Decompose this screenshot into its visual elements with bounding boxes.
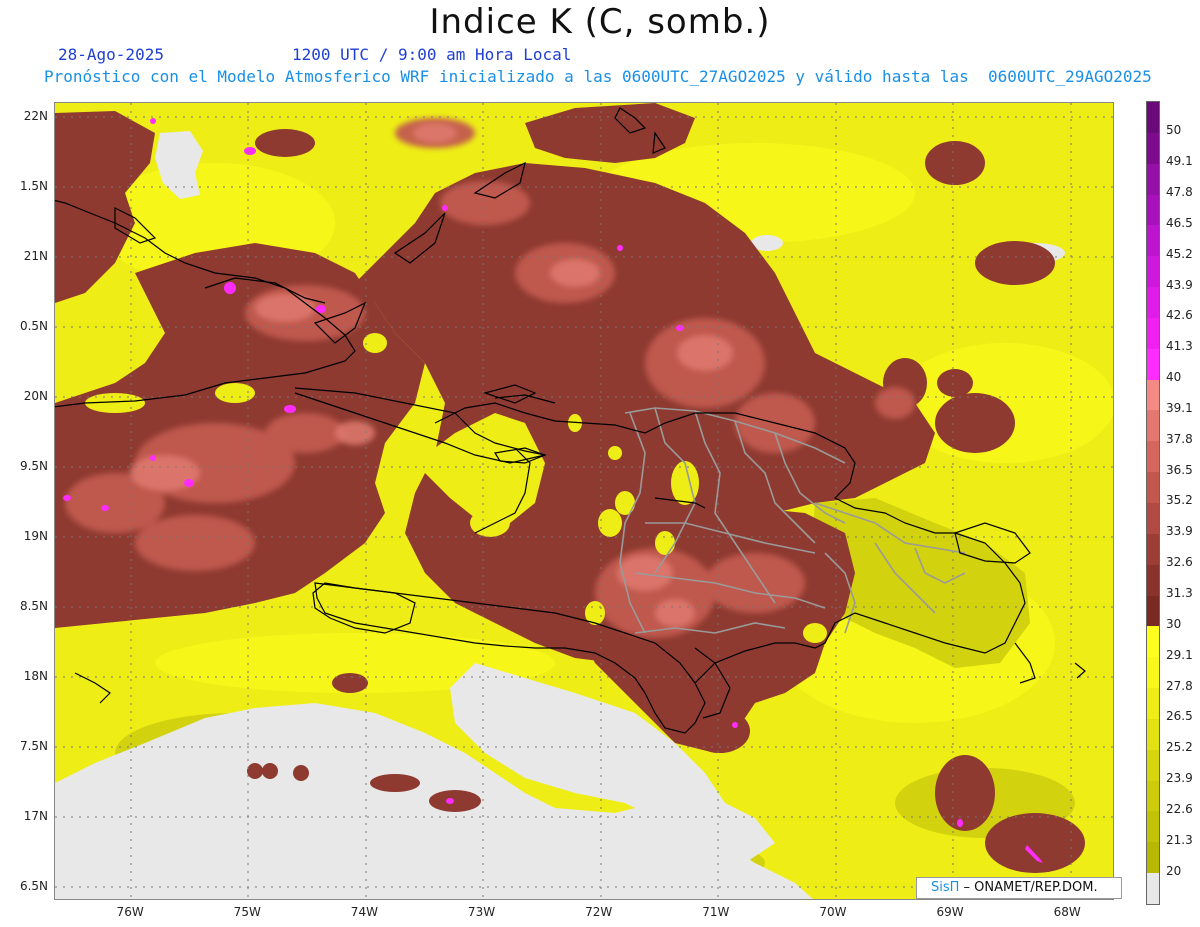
colorbar-cell xyxy=(1147,626,1159,658)
colorbar-cell xyxy=(1147,595,1159,627)
lon-tick-label: 74W xyxy=(350,905,378,919)
lon-tick-label: 71W xyxy=(702,905,730,919)
lat-tick-label: 20N xyxy=(23,389,48,403)
lat-tick-label: 19N xyxy=(23,529,48,543)
colorbar-label: 29.1 xyxy=(1166,647,1193,662)
colorbar-cell xyxy=(1147,102,1159,134)
lat-tick-label: 0.5N xyxy=(19,319,48,333)
credit-box: SisΠ – ONAMET/REP.DOM. xyxy=(916,877,1122,899)
colorbar-label: 21.3 xyxy=(1166,832,1193,847)
lat-tick-label: 9.5N xyxy=(19,459,48,473)
colorbar-label: 43.9 xyxy=(1166,277,1193,292)
lat-tick-label: 18N xyxy=(23,669,48,683)
colorbar-cell xyxy=(1147,194,1159,226)
colorbar-label: 40 xyxy=(1166,370,1182,385)
colorbar-label: 46.5 xyxy=(1166,215,1193,230)
colorbar-cell xyxy=(1147,873,1159,905)
colorbar-cell xyxy=(1147,225,1159,257)
lat-tick-label: 6.5N xyxy=(19,879,48,893)
credit-org: – ONAMET/REP.DOM. xyxy=(959,880,1098,895)
colorbar-label: 33.9 xyxy=(1166,524,1193,539)
colorbar-label: 22.6 xyxy=(1166,801,1193,816)
colorbar-cell xyxy=(1147,317,1159,350)
lon-tick-label: 70W xyxy=(819,905,847,919)
colorbar-label: 32.6 xyxy=(1166,555,1193,570)
lon-tick-label: 76W xyxy=(116,905,144,919)
colorbar-cell xyxy=(1147,657,1159,689)
map-title: Indice K (C, somb.) xyxy=(429,2,771,42)
colorbar-label: 39.1 xyxy=(1166,400,1193,415)
colorbar-cell xyxy=(1147,780,1159,812)
lon-tick-label: 73W xyxy=(467,905,496,919)
colorbar-label: 37.8 xyxy=(1166,431,1193,446)
colorbar-label: 35.2 xyxy=(1166,493,1193,508)
lat-tick-label: 22N xyxy=(23,109,48,123)
colorbar-label: 25.2 xyxy=(1166,740,1193,755)
lat-tick-label: 21N xyxy=(23,249,48,263)
colorbar-cell xyxy=(1147,348,1159,381)
lon-tick-label: 75W xyxy=(233,905,261,919)
lat-tick-label: 8.5N xyxy=(19,599,48,613)
colorbar-cell xyxy=(1147,564,1159,597)
colorbar-cell xyxy=(1147,749,1159,782)
lon-tick-label: 72W xyxy=(585,905,613,919)
colorbar-cell xyxy=(1147,287,1159,319)
colorbar-cell xyxy=(1147,441,1159,473)
colorbar-label: 30 xyxy=(1166,616,1182,631)
colorbar-label: 47.8 xyxy=(1166,184,1193,199)
colorbar-label: 41.3 xyxy=(1166,339,1193,354)
colorbar-label: 49.1 xyxy=(1166,154,1193,169)
colorbar-cell xyxy=(1147,688,1159,720)
forecast-date: 28-Ago-2025 xyxy=(58,45,164,64)
colorbar-label: 31.3 xyxy=(1166,585,1193,600)
colorbar-cell xyxy=(1147,163,1159,196)
colorbar-label: 36.5 xyxy=(1166,462,1193,477)
colorbar-label: 26.5 xyxy=(1166,709,1193,724)
lat-tick-label: 17N xyxy=(23,809,48,823)
credit-brand: SisΠ xyxy=(931,880,960,895)
colorbar-cell xyxy=(1147,379,1159,411)
colorbar xyxy=(1146,101,1160,905)
k-index-map xyxy=(54,102,1114,900)
colorbar-cell xyxy=(1147,132,1159,165)
lat-tick-label: 7.5N xyxy=(19,739,48,753)
colorbar-label: 20 xyxy=(1166,863,1182,878)
colorbar-label: 27.8 xyxy=(1166,678,1193,693)
model-info: Pronóstico con el Modelo Atmosferico WRF… xyxy=(44,67,1152,86)
colorbar-label: 45.2 xyxy=(1166,246,1193,261)
colorbar-cell xyxy=(1147,410,1159,442)
colorbar-cell xyxy=(1147,811,1159,843)
lon-tick-label: 68W xyxy=(1053,905,1081,919)
colorbar-cell xyxy=(1147,842,1159,874)
colorbar-cell xyxy=(1147,503,1159,535)
valid-time: 1200 UTC / 9:00 am Hora Local xyxy=(292,45,572,64)
lat-tick-label: 1.5N xyxy=(19,179,48,193)
lon-tick-label: 69W xyxy=(936,905,964,919)
colorbar-cell xyxy=(1147,533,1159,566)
colorbar-cell xyxy=(1147,472,1159,504)
colorbar-label: 23.9 xyxy=(1166,771,1193,786)
colorbar-label: 42.6 xyxy=(1166,308,1193,323)
colorbar-cell xyxy=(1147,718,1159,751)
colorbar-cell xyxy=(1147,256,1159,288)
colorbar-label: 50 xyxy=(1166,123,1182,138)
